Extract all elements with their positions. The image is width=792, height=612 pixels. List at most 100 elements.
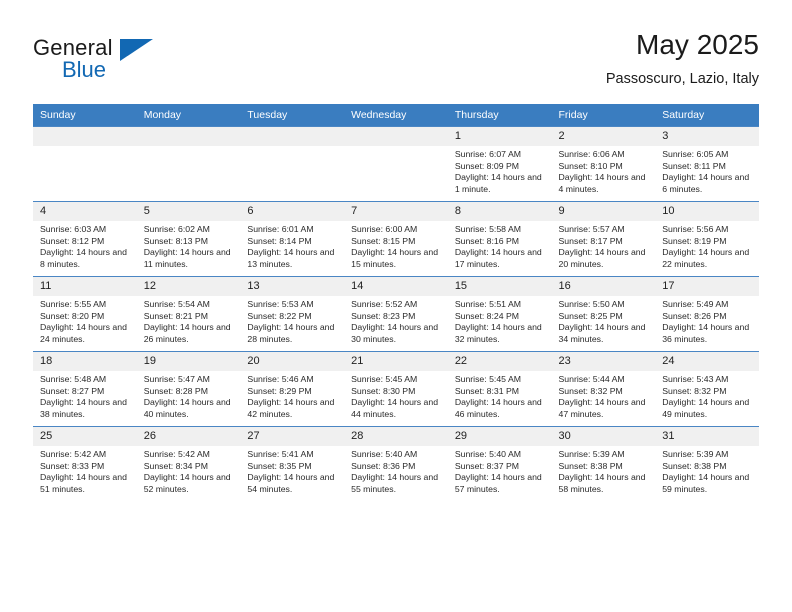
sunset-text: Sunset: 8:28 PM <box>143 385 208 396</box>
calendar-day-cell[interactable]: 9 Sunrise: 5:57 AM Sunset: 8:17 PM Daylight… <box>551 201 656 277</box>
calendar-day-cell[interactable]: 26 Sunrise: 5:42 AM Sunset: 8:34 PM Dayligh… <box>136 426 241 501</box>
calendar-day-cell[interactable]: 31 Sunrise: 5:39 AM Sunset: 8:38 PM Dayligh… <box>655 426 759 501</box>
sunrise-text: Sunrise: 5:42 AM <box>143 449 210 459</box>
calendar-day-cell[interactable]: 12 Sunrise: 5:54 AM Sunset: 8:21 PM Dayligh… <box>136 276 241 352</box>
daylight-text: Daylight: 14 hours and 32 minutes. <box>454 322 542 344</box>
day-details: Sunrise: 6:02 AM Sunset: 8:13 PM Daylight:… <box>137 221 241 270</box>
sunrise-text: Sunrise: 5:58 AM <box>454 224 521 234</box>
day-number: 13 <box>240 277 345 296</box>
sunrise-text: Sunrise: 5:45 AM <box>351 374 418 384</box>
sunset-text: Sunset: 8:37 PM <box>454 460 520 471</box>
calendar-week-row: 18 Sunrise: 5:48 AM Sunset: 8:27 PM Dayligh… <box>33 351 759 427</box>
calendar-day-cell[interactable]: 23 Sunrise: 5:44 AM Sunset: 8:32 PM Dayligh… <box>551 351 656 427</box>
day-number: 14 <box>344 277 448 296</box>
general-blue-logo[interactable]: General Blue <box>33 36 163 88</box>
day-number: 25 <box>33 427 137 446</box>
calendar-day-cell[interactable]: 17 Sunrise: 5:49 AM Sunset: 8:26 PM Dayligh… <box>655 276 759 352</box>
day-details: Sunrise: 5:39 AM Sunset: 8:38 PM Daylight:… <box>552 446 656 495</box>
calendar-day-cell[interactable]: 6 Sunrise: 6:01 AM Sunset: 8:14 PM Daylight… <box>240 201 345 277</box>
sunrise-text: Sunrise: 6:02 AM <box>143 224 210 234</box>
calendar-day-cell[interactable]: 28 Sunrise: 5:40 AM Sunset: 8:36 PM Dayligh… <box>344 426 448 501</box>
sunrise-text: Sunrise: 5:48 AM <box>40 374 107 384</box>
day-details: Sunrise: 5:40 AM Sunset: 8:37 PM Daylight:… <box>448 446 552 495</box>
calendar-day-cell[interactable]: 29 Sunrise: 5:40 AM Sunset: 8:37 PM Dayligh… <box>447 426 552 501</box>
sunset-text: Sunset: 8:34 PM <box>143 460 208 471</box>
sunrise-text: Sunrise: 5:52 AM <box>351 299 418 309</box>
calendar-day-cell[interactable]: 15 Sunrise: 5:51 AM Sunset: 8:24 PM Dayligh… <box>447 276 552 352</box>
sunrise-text: Sunrise: 5:49 AM <box>662 299 729 309</box>
sunrise-text: Sunrise: 5:39 AM <box>662 449 729 459</box>
sunrise-text: Sunrise: 6:05 AM <box>662 149 729 159</box>
sunrise-text: Sunrise: 5:47 AM <box>143 374 210 384</box>
calendar-day-cell[interactable]: 22 Sunrise: 5:45 AM Sunset: 8:31 PM Dayligh… <box>447 351 552 427</box>
weekday-header-monday: Monday <box>136 104 241 127</box>
day-details: Sunrise: 5:42 AM Sunset: 8:34 PM Daylight:… <box>137 446 241 495</box>
page-subtitle: Passoscuro, Lazio, Italy <box>605 71 759 87</box>
day-number: 8 <box>447 202 552 221</box>
daylight-text: Daylight: 14 hours and 58 minutes. <box>558 472 646 494</box>
calendar-day-cell[interactable]: 14 Sunrise: 5:52 AM Sunset: 8:23 PM Dayligh… <box>344 276 448 352</box>
calendar-day-cell[interactable]: 24 Sunrise: 5:43 AM Sunset: 8:32 PM Dayligh… <box>655 351 759 427</box>
day-number <box>240 127 345 146</box>
calendar-day-cell[interactable]: 13 Sunrise: 5:53 AM Sunset: 8:22 PM Dayligh… <box>240 276 345 352</box>
page-title: May 2025 <box>636 29 759 60</box>
day-details: Sunrise: 5:39 AM Sunset: 8:38 PM Daylight:… <box>655 446 759 495</box>
sunrise-text: Sunrise: 6:06 AM <box>558 149 625 159</box>
sunrise-text: Sunrise: 5:42 AM <box>40 449 107 459</box>
calendar-day-cell[interactable]: 19 Sunrise: 5:47 AM Sunset: 8:28 PM Dayligh… <box>136 351 241 427</box>
calendar-page: General Blue May 2025 Passoscuro, Lazio,… <box>0 0 792 612</box>
day-details: Sunrise: 5:56 AM Sunset: 8:19 PM Daylight:… <box>655 221 759 270</box>
calendar-day-cell[interactable]: 3 Sunrise: 6:05 AM Sunset: 8:11 PM Daylight… <box>655 126 759 202</box>
calendar-day-cell[interactable]: 8 Sunrise: 5:58 AM Sunset: 8:16 PM Daylight… <box>447 201 552 277</box>
sunset-text: Sunset: 8:38 PM <box>558 460 623 471</box>
daylight-text: Daylight: 14 hours and 20 minutes. <box>558 247 646 269</box>
sunset-text: Sunset: 8:23 PM <box>351 310 416 321</box>
weekday-header-friday: Friday <box>551 104 656 127</box>
day-details: Sunrise: 5:51 AM Sunset: 8:24 PM Daylight:… <box>448 296 552 345</box>
calendar-day-cell-empty <box>240 126 345 202</box>
sunrise-text: Sunrise: 5:45 AM <box>454 374 521 384</box>
calendar-week-row: 1 Sunrise: 6:07 AM Sunset: 8:09 PM Daylight… <box>33 126 759 202</box>
day-details: Sunrise: 5:41 AM Sunset: 8:35 PM Daylight:… <box>240 446 344 495</box>
daylight-text: Daylight: 14 hours and 28 minutes. <box>247 322 335 344</box>
daylight-text: Daylight: 14 hours and 54 minutes. <box>247 472 335 494</box>
daylight-text: Daylight: 14 hours and 40 minutes. <box>143 397 231 419</box>
day-number: 30 <box>551 427 656 446</box>
sunset-text: Sunset: 8:36 PM <box>351 460 416 471</box>
day-details: Sunrise: 5:47 AM Sunset: 8:28 PM Daylight:… <box>137 371 241 420</box>
calendar-day-cell[interactable]: 16 Sunrise: 5:50 AM Sunset: 8:25 PM Dayligh… <box>551 276 656 352</box>
calendar-day-cell[interactable]: 25 Sunrise: 5:42 AM Sunset: 8:33 PM Dayligh… <box>33 426 137 501</box>
sunset-text: Sunset: 8:12 PM <box>40 235 105 246</box>
calendar-day-cell[interactable]: 11 Sunrise: 5:55 AM Sunset: 8:20 PM Dayligh… <box>33 276 137 352</box>
calendar-day-cell[interactable]: 18 Sunrise: 5:48 AM Sunset: 8:27 PM Dayligh… <box>33 351 137 427</box>
day-number: 19 <box>136 352 241 371</box>
calendar-day-cell[interactable]: 20 Sunrise: 5:46 AM Sunset: 8:29 PM Dayligh… <box>240 351 345 427</box>
daylight-text: Daylight: 14 hours and 13 minutes. <box>247 247 335 269</box>
sunset-text: Sunset: 8:33 PM <box>40 460 105 471</box>
title-block: May 2025 Passoscuro, Lazio, Italy <box>606 28 759 90</box>
calendar-day-cell[interactable]: 27 Sunrise: 5:41 AM Sunset: 8:35 PM Dayligh… <box>240 426 345 501</box>
day-details: Sunrise: 6:00 AM Sunset: 8:15 PM Daylight:… <box>344 221 448 270</box>
calendar-day-cell[interactable]: 7 Sunrise: 6:00 AM Sunset: 8:15 PM Daylight… <box>344 201 448 277</box>
day-number: 27 <box>240 427 345 446</box>
day-number: 28 <box>344 427 448 446</box>
day-number: 6 <box>240 202 345 221</box>
sunrise-text: Sunrise: 5:41 AM <box>247 449 314 459</box>
day-details: Sunrise: 5:40 AM Sunset: 8:36 PM Daylight:… <box>344 446 448 495</box>
day-details: Sunrise: 5:44 AM Sunset: 8:32 PM Daylight:… <box>552 371 656 420</box>
day-details: Sunrise: 6:07 AM Sunset: 8:09 PM Daylight:… <box>448 146 552 195</box>
daylight-text: Daylight: 14 hours and 6 minutes. <box>662 172 750 194</box>
calendar-day-cell[interactable]: 21 Sunrise: 5:45 AM Sunset: 8:30 PM Dayligh… <box>344 351 448 427</box>
calendar-day-cell[interactable]: 30 Sunrise: 5:39 AM Sunset: 8:38 PM Dayligh… <box>551 426 656 501</box>
calendar-day-cell[interactable]: 10 Sunrise: 5:56 AM Sunset: 8:19 PM Dayligh… <box>655 201 759 277</box>
day-details: Sunrise: 5:45 AM Sunset: 8:30 PM Daylight:… <box>344 371 448 420</box>
calendar-day-cell[interactable]: 2 Sunrise: 6:06 AM Sunset: 8:10 PM Daylight… <box>551 126 656 202</box>
sunset-text: Sunset: 8:29 PM <box>247 385 312 396</box>
daylight-text: Daylight: 14 hours and 1 minute. <box>454 172 542 194</box>
calendar-day-cell-empty <box>33 126 137 202</box>
calendar-day-cell[interactable]: 5 Sunrise: 6:02 AM Sunset: 8:13 PM Daylight… <box>136 201 241 277</box>
calendar-day-cell[interactable]: 4 Sunrise: 6:03 AM Sunset: 8:12 PM Daylight… <box>33 201 137 277</box>
calendar-day-cell[interactable]: 1 Sunrise: 6:07 AM Sunset: 8:09 PM Daylight… <box>447 126 552 202</box>
sunrise-text: Sunrise: 6:00 AM <box>351 224 418 234</box>
sunset-text: Sunset: 8:15 PM <box>351 235 416 246</box>
